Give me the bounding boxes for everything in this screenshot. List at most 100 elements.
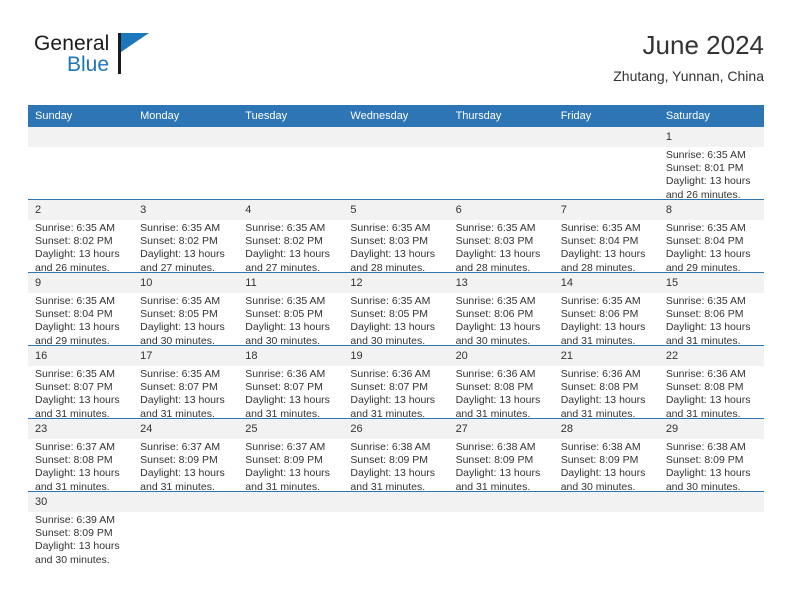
day-details: Sunrise: 6:35 AM Sunset: 8:06 PM Daylight:…: [449, 293, 554, 348]
calendar-cell-inner: 21 Sunrise: 6:36 AM Sunset: 8:08 PM Dayligh…: [553, 346, 659, 420]
calendar-cell-inner: 27 Sunrise: 6:38 AM Sunset: 8:09 PM Dayligh…: [448, 419, 554, 494]
sunset-text: Sunset: 8:01 PM: [665, 162, 744, 175]
daylight-text-line1: Daylight: 13 hours: [455, 467, 541, 480]
calendar-day-cell[interactable]: 27 Sunrise: 6:38 AM Sunset: 8:09 PM Dayligh…: [448, 418, 554, 494]
day-number: 28: [553, 419, 659, 439]
calendar-day-cell[interactable]: 28 Sunrise: 6:38 AM Sunset: 8:09 PM Dayligh…: [553, 418, 659, 493]
calendar-day-cell[interactable]: 4 Sunrise: 6:35 AM Sunset: 8:02 PM Daylight…: [238, 199, 344, 274]
calendar-cell-empty: [343, 491, 449, 564]
sunset-text: Sunset: 8:03 PM: [350, 235, 429, 248]
sunrise-text: Sunrise: 6:35 AM: [140, 295, 221, 307]
calendar-day-cell[interactable]: 7 Sunrise: 6:35 AM Sunset: 8:04 PM Daylight…: [553, 199, 659, 274]
daylight-text-line1: Daylight: 13 hours: [560, 394, 646, 407]
sunrise-text: Sunrise: 6:37 AM: [140, 441, 221, 453]
calendar-day-cell[interactable]: 8 Sunrise: 6:35 AM Sunset: 8:04 PM Daylight…: [658, 199, 764, 274]
calendar-day-cell[interactable]: 6 Sunrise: 6:35 AM Sunset: 8:03 PM Daylight…: [448, 199, 554, 274]
sunset-text: Sunset: 8:04 PM: [35, 308, 113, 321]
day-number: 30: [28, 492, 134, 512]
sunrise-text: Sunrise: 6:38 AM: [455, 441, 536, 453]
day-number: [343, 492, 449, 512]
calendar-day-cell[interactable]: 3 Sunrise: 6:35 AM Sunset: 8:02 PM Daylight…: [133, 199, 239, 274]
calendar-day-cell[interactable]: 20 Sunrise: 6:36 AM Sunset: 8:08 PM Dayligh…: [448, 345, 554, 420]
calendar-cell-inner: 29 Sunrise: 6:38 AM Sunset: 8:09 PM Dayligh…: [658, 419, 764, 493]
calendar-day-cell[interactable]: 13 Sunrise: 6:35 AM Sunset: 8:06 PM Dayligh…: [448, 272, 554, 348]
calendar-day-cell[interactable]: 25 Sunrise: 6:37 AM Sunset: 8:09 PM Dayligh…: [238, 418, 344, 494]
calendar-day-cell[interactable]: 10 Sunrise: 6:35 AM Sunset: 8:05 PM Dayligh…: [133, 272, 239, 348]
calendar-day-cell[interactable]: 21 Sunrise: 6:36 AM Sunset: 8:08 PM Dayligh…: [553, 345, 659, 420]
calendar-day-cell[interactable]: 24 Sunrise: 6:37 AM Sunset: 8:09 PM Dayligh…: [133, 418, 239, 493]
day-number: 23: [28, 419, 134, 439]
sunset-text: Sunset: 8:03 PM: [455, 235, 534, 248]
calendar-week-row: 23 Sunrise: 6:37 AM Sunset: 8:08 PM Dayligh…: [28, 418, 764, 494]
day-number: 24: [133, 419, 239, 439]
calendar-cell-inner: [238, 127, 344, 199]
day-number: 9: [28, 273, 134, 293]
calendar-week-row: 1 Sunrise: 6:35 AM Sunset: 8:01 PM Daylight…: [28, 127, 764, 202]
calendar-cell-inner: [448, 127, 554, 199]
day-details: Sunrise: 6:35 AM Sunset: 8:05 PM Daylight:…: [133, 293, 238, 348]
daylight-text-line1: Daylight: 13 hours: [245, 248, 330, 261]
sunset-text: Sunset: 8:07 PM: [350, 381, 429, 394]
weekday-header-row: Sunday Monday Tuesday Wednesday Thursday…: [28, 105, 764, 127]
weekday-header-monday: Monday: [133, 105, 239, 127]
calendar-day-cell[interactable]: 26 Sunrise: 6:38 AM Sunset: 8:09 PM Dayligh…: [343, 418, 449, 493]
sunrise-text: Sunrise: 6:35 AM: [245, 222, 326, 234]
calendar-cell-inner: 6 Sunrise: 6:35 AM Sunset: 8:03 PM Daylight…: [448, 200, 554, 274]
daylight-text-line1: Daylight: 13 hours: [560, 467, 646, 480]
sunrise-text: Sunrise: 6:35 AM: [455, 295, 536, 307]
calendar-cell-inner: 1 Sunrise: 6:35 AM Sunset: 8:01 PM Daylight…: [658, 127, 764, 202]
calendar-day-cell[interactable]: 22 Sunrise: 6:36 AM Sunset: 8:08 PM Dayligh…: [658, 345, 764, 420]
calendar-cell-inner: 26 Sunrise: 6:38 AM Sunset: 8:09 PM Dayligh…: [343, 419, 449, 493]
calendar-day-cell[interactable]: 17 Sunrise: 6:35 AM Sunset: 8:07 PM Dayligh…: [133, 345, 239, 420]
daylight-text-line1: Daylight: 13 hours: [455, 321, 541, 334]
calendar-day-cell[interactable]: 23 Sunrise: 6:37 AM Sunset: 8:08 PM Dayligh…: [28, 418, 134, 493]
calendar-day-cell[interactable]: 9 Sunrise: 6:35 AM Sunset: 8:04 PM Daylight…: [28, 272, 134, 347]
calendar-cell-empty: [448, 491, 554, 564]
day-number: [448, 127, 554, 147]
sunrise-text: Sunrise: 6:35 AM: [245, 295, 326, 307]
day-number: 7: [553, 200, 659, 220]
calendar-day-cell[interactable]: 19 Sunrise: 6:36 AM Sunset: 8:07 PM Dayligh…: [343, 345, 449, 420]
daylight-text-line1: Daylight: 13 hours: [140, 248, 225, 261]
sunset-text: Sunset: 8:08 PM: [35, 454, 113, 467]
logo-flag-icon: [121, 33, 149, 52]
sunset-text: Sunset: 8:09 PM: [455, 454, 534, 467]
sunset-text: Sunset: 8:05 PM: [350, 308, 429, 321]
calendar-day-cell[interactable]: 15 Sunrise: 6:35 AM Sunset: 8:06 PM Dayligh…: [658, 272, 764, 347]
calendar-day-cell[interactable]: 29 Sunrise: 6:38 AM Sunset: 8:09 PM Dayligh…: [658, 418, 764, 493]
sunrise-text: Sunrise: 6:38 AM: [560, 441, 641, 453]
day-number: 25: [238, 419, 344, 439]
calendar-day-cell[interactable]: 1 Sunrise: 6:35 AM Sunset: 8:01 PM Daylight…: [658, 127, 764, 202]
calendar-cell-empty: [553, 127, 659, 200]
daylight-text-line1: Daylight: 13 hours: [350, 394, 436, 407]
sunrise-text: Sunrise: 6:36 AM: [665, 368, 746, 380]
day-details: Sunrise: 6:37 AM Sunset: 8:09 PM Daylight:…: [238, 439, 343, 494]
day-number: 26: [343, 419, 449, 439]
calendar-cell-empty: [133, 127, 239, 200]
day-number: 22: [658, 346, 764, 366]
calendar-cell-inner: [553, 492, 659, 564]
general-blue-logo[interactable]: General Blue: [34, 32, 204, 88]
day-details: Sunrise: 6:38 AM Sunset: 8:09 PM Daylight:…: [449, 439, 554, 494]
calendar-cell-inner: 20 Sunrise: 6:36 AM Sunset: 8:08 PM Dayligh…: [448, 346, 554, 420]
calendar-cell-inner: 25 Sunrise: 6:37 AM Sunset: 8:09 PM Dayligh…: [238, 419, 344, 494]
calendar-day-cell[interactable]: 30 Sunrise: 6:39 AM Sunset: 8:09 PM Dayligh…: [28, 491, 134, 566]
calendar-day-cell[interactable]: 12 Sunrise: 6:35 AM Sunset: 8:05 PM Dayligh…: [343, 272, 449, 347]
calendar-day-cell[interactable]: 16 Sunrise: 6:35 AM Sunset: 8:07 PM Dayligh…: [28, 345, 134, 420]
daylight-text-line1: Daylight: 13 hours: [560, 248, 646, 261]
calendar-day-cell[interactable]: 11 Sunrise: 6:35 AM Sunset: 8:05 PM Dayligh…: [238, 272, 344, 347]
calendar-week-row: 2 Sunrise: 6:35 AM Sunset: 8:02 PM Daylight…: [28, 199, 764, 274]
calendar-day-cell[interactable]: 18 Sunrise: 6:36 AM Sunset: 8:07 PM Dayligh…: [238, 345, 344, 420]
sunset-text: Sunset: 8:08 PM: [455, 381, 534, 394]
sunrise-text: Sunrise: 6:35 AM: [350, 295, 431, 307]
calendar-page: General Blue June 2024 Zhutang, Yunnan, …: [0, 0, 792, 612]
calendar-day-cell[interactable]: 14 Sunrise: 6:35 AM Sunset: 8:06 PM Dayligh…: [553, 272, 659, 347]
calendar-day-cell[interactable]: 2 Sunrise: 6:35 AM Sunset: 8:02 PM Daylight…: [28, 199, 134, 274]
calendar-cell-inner: [133, 492, 239, 564]
calendar-cell-inner: [133, 127, 239, 199]
day-details: Sunrise: 6:35 AM Sunset: 8:01 PM Daylight:…: [659, 147, 764, 202]
day-number: [133, 492, 239, 512]
sunrise-text: Sunrise: 6:36 AM: [560, 368, 641, 380]
calendar-day-cell[interactable]: 5 Sunrise: 6:35 AM Sunset: 8:03 PM Daylight…: [343, 199, 449, 274]
day-number: 27: [448, 419, 554, 439]
